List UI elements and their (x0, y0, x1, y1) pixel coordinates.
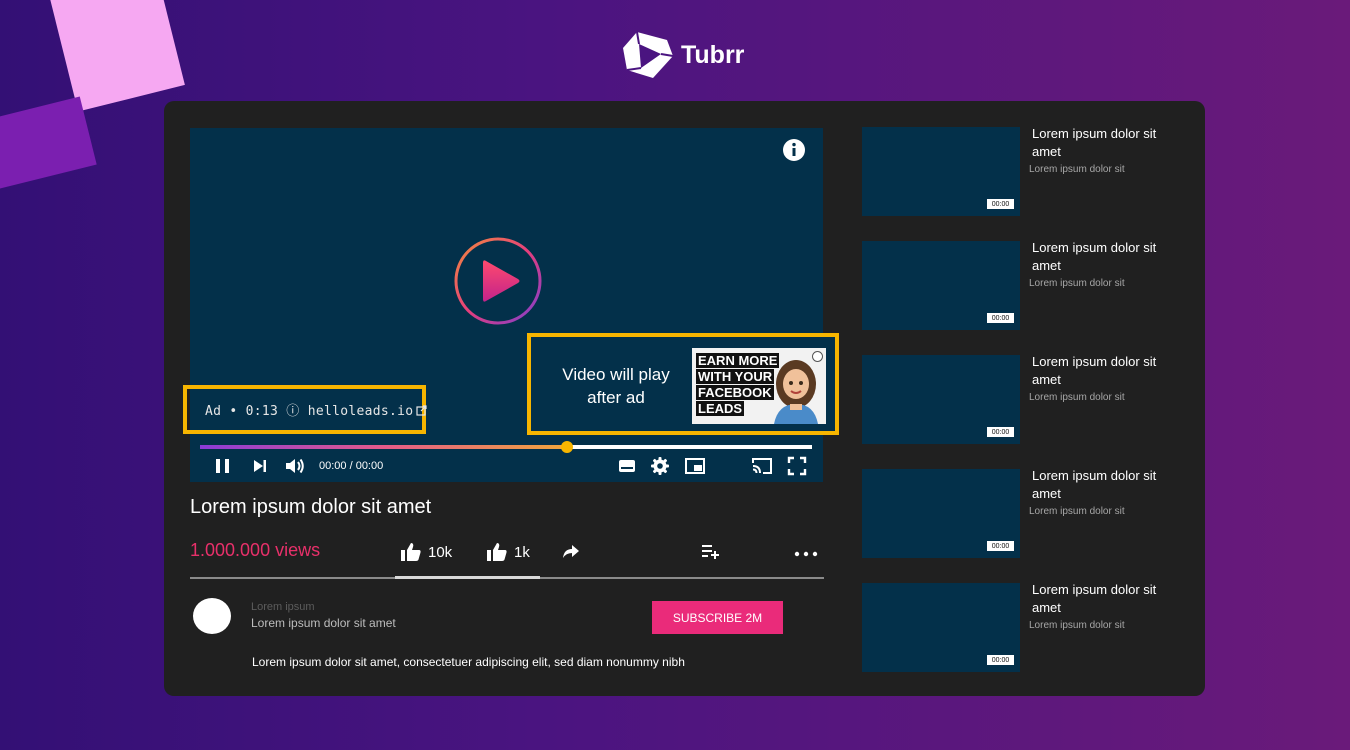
recommendation-title[interactable]: Lorem ipsum dolor sit amet (1032, 467, 1167, 503)
recommendation-title[interactable]: Lorem ipsum dolor sit amet (1032, 581, 1167, 617)
video-description: Lorem ipsum dolor sit amet, consectetuer… (252, 655, 685, 669)
channel-subtitle: Lorem ipsum dolor sit amet (251, 616, 396, 630)
dislike-count: 1k (514, 543, 530, 561)
decor-shape-purple (0, 96, 97, 194)
cast-icon[interactable] (750, 456, 774, 476)
channel-avatar[interactable] (193, 598, 231, 634)
miniplayer-icon[interactable] (684, 456, 706, 476)
ad-label[interactable]: Ad • 0:13 ⓘ helloleads.io (205, 400, 427, 419)
recommendation-title[interactable]: Lorem ipsum dolor sit amet (1032, 125, 1167, 161)
fullscreen-icon[interactable] (787, 456, 807, 476)
brand-name: Tubrr (681, 40, 745, 69)
progress-fill (200, 445, 568, 449)
next-icon[interactable] (252, 456, 268, 476)
info-icon[interactable] (782, 138, 806, 162)
recommendation-item[interactable]: 00:00 Lorem ipsum dolor sit amet Lorem i… (862, 239, 1172, 331)
channel-name[interactable]: Lorem ipsum (251, 601, 315, 613)
ad-card-text: Video will play after ad (562, 365, 670, 407)
recommendation-title[interactable]: Lorem ipsum dolor sit amet (1032, 353, 1167, 389)
duration-badge: 00:00 (987, 199, 1014, 209)
duration-badge: 00:00 (987, 427, 1014, 437)
ad-thumbnail[interactable]: EARN MORE WITH YOUR FACEBOOK LEADS (692, 348, 826, 424)
rating-active-indicator (395, 576, 540, 579)
recommendation-item[interactable]: 00:00 Lorem ipsum dolor sit amet Lorem i… (862, 125, 1172, 217)
subscribe-button[interactable]: SUBSCRIBE 2M (652, 601, 783, 634)
pause-icon[interactable] (214, 456, 232, 476)
play-icon[interactable] (453, 236, 543, 326)
recommendation-item[interactable]: 00:00 Lorem ipsum dolor sit amet Lorem i… (862, 353, 1172, 445)
progress-bar[interactable] (200, 441, 812, 453)
like-button[interactable]: 10k (400, 542, 452, 562)
more-options-button[interactable] (794, 542, 818, 560)
ad-badge-icon (812, 351, 823, 362)
duration-badge: 00:00 (987, 313, 1014, 323)
ad-thumb-line: LEADS (696, 401, 745, 416)
recommendation-item[interactable]: 00:00 Lorem ipsum dolor sit amet Lorem i… (862, 467, 1172, 559)
brand-logo: Tubrr (623, 30, 744, 80)
duration-badge: 00:00 (987, 655, 1014, 665)
settings-icon[interactable] (650, 456, 670, 476)
volume-icon[interactable] (284, 456, 306, 476)
thumbs-up-icon (487, 543, 507, 561)
video-title: Lorem ipsum dolor sit amet (190, 496, 432, 518)
tubrr-logo-icon (623, 31, 674, 78)
ad-label-highlight: Ad • 0:13 ⓘ helloleads.io (183, 385, 427, 434)
ad-person-illustration (774, 360, 818, 424)
recommendation-subtitle: Lorem ipsum dolor sit (1029, 620, 1125, 631)
more-icon (794, 551, 818, 557)
ad-card[interactable]: Video will play after ad EARN MORE WITH … (527, 333, 839, 435)
recommendation-item[interactable]: 00:00 Lorem ipsum dolor sit amet Lorem i… (862, 581, 1172, 673)
add-to-playlist-button[interactable] (701, 542, 721, 560)
playlist-add-icon (702, 545, 719, 559)
recommendation-title[interactable]: Lorem ipsum dolor sit amet (1032, 239, 1167, 275)
view-count: 1.000.000 views (190, 540, 321, 560)
recommendation-subtitle: Lorem ipsum dolor sit (1029, 164, 1125, 175)
subtitles-icon[interactable] (617, 456, 637, 476)
external-link-icon[interactable] (416, 405, 427, 416)
duration-badge: 00:00 (987, 541, 1014, 551)
recommendation-subtitle: Lorem ipsum dolor sit (1029, 392, 1125, 403)
like-count: 10k (428, 543, 453, 561)
dislike-button[interactable]: 1k (486, 542, 530, 562)
thumbs-up-icon (401, 543, 421, 561)
recommendation-subtitle: Lorem ipsum dolor sit (1029, 278, 1125, 289)
decor-shape-pink (49, 0, 185, 112)
share-button[interactable] (562, 542, 580, 560)
recommendation-subtitle: Lorem ipsum dolor sit (1029, 506, 1125, 517)
time-display: 00:00 / 00:00 (319, 460, 384, 472)
ad-thumb-line: EARN MORE (696, 353, 780, 368)
share-icon (563, 545, 579, 558)
ad-thumb-line: FACEBOOK (696, 385, 774, 400)
ad-thumb-line: WITH YOUR (696, 369, 775, 384)
